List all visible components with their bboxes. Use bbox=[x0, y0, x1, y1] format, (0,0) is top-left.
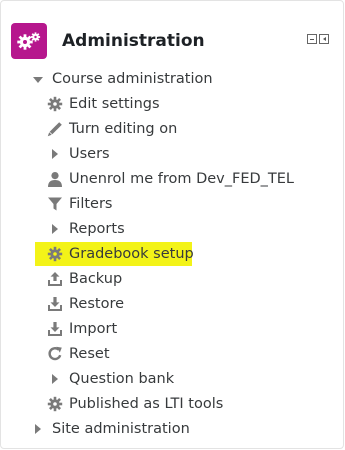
gear-icon bbox=[47, 96, 63, 112]
tree-item-label: Gradebook setup bbox=[69, 246, 194, 262]
collapsed-caret-icon bbox=[47, 371, 63, 387]
tree-item-label: Course administration bbox=[52, 71, 213, 87]
block-header: Administration bbox=[11, 23, 343, 59]
tree-item-label: Published as LTI tools bbox=[69, 396, 224, 412]
tree-item-label: Question bank bbox=[69, 371, 175, 387]
tree-item-label: Users bbox=[69, 146, 110, 162]
tree-item-label: Reports bbox=[69, 221, 125, 237]
tree-item-label: Backup bbox=[69, 271, 123, 287]
upload-icon bbox=[47, 271, 63, 287]
filter-icon bbox=[47, 196, 63, 212]
minimize-icon[interactable] bbox=[307, 34, 317, 44]
dock-left-icon[interactable] bbox=[319, 34, 329, 44]
pencil-icon bbox=[47, 121, 63, 137]
gear-icon bbox=[47, 396, 63, 412]
tree-item-label: Edit settings bbox=[69, 96, 160, 112]
collapsed-caret-icon bbox=[30, 421, 46, 437]
tree-item-label: Site administration bbox=[52, 421, 190, 437]
tree-item-label: Turn editing on bbox=[69, 121, 178, 137]
block-title: Administration bbox=[62, 31, 205, 51]
expanded-caret-icon bbox=[30, 71, 46, 87]
tree-item-label: Reset bbox=[69, 346, 110, 362]
tree-item-gradebook-setup[interactable]: Gradebook setup bbox=[35, 242, 194, 266]
collapsed-caret-icon bbox=[47, 221, 63, 237]
tree-item-label: Unenrol me from Dev_FED_TEL bbox=[69, 171, 295, 187]
download-icon bbox=[47, 296, 63, 312]
gears-icon bbox=[11, 23, 47, 59]
collapsed-caret-icon bbox=[47, 146, 63, 162]
tree-item-label: Filters bbox=[69, 196, 113, 212]
tree-item-label: Import bbox=[69, 321, 118, 337]
reset-icon bbox=[47, 346, 63, 362]
gear-icon bbox=[47, 246, 63, 262]
download-icon bbox=[47, 321, 63, 337]
user-icon bbox=[47, 171, 63, 187]
administration-block: Administration Course administration Edi… bbox=[0, 0, 344, 449]
tree-item-label: Restore bbox=[69, 296, 125, 312]
block-controls bbox=[307, 34, 329, 44]
